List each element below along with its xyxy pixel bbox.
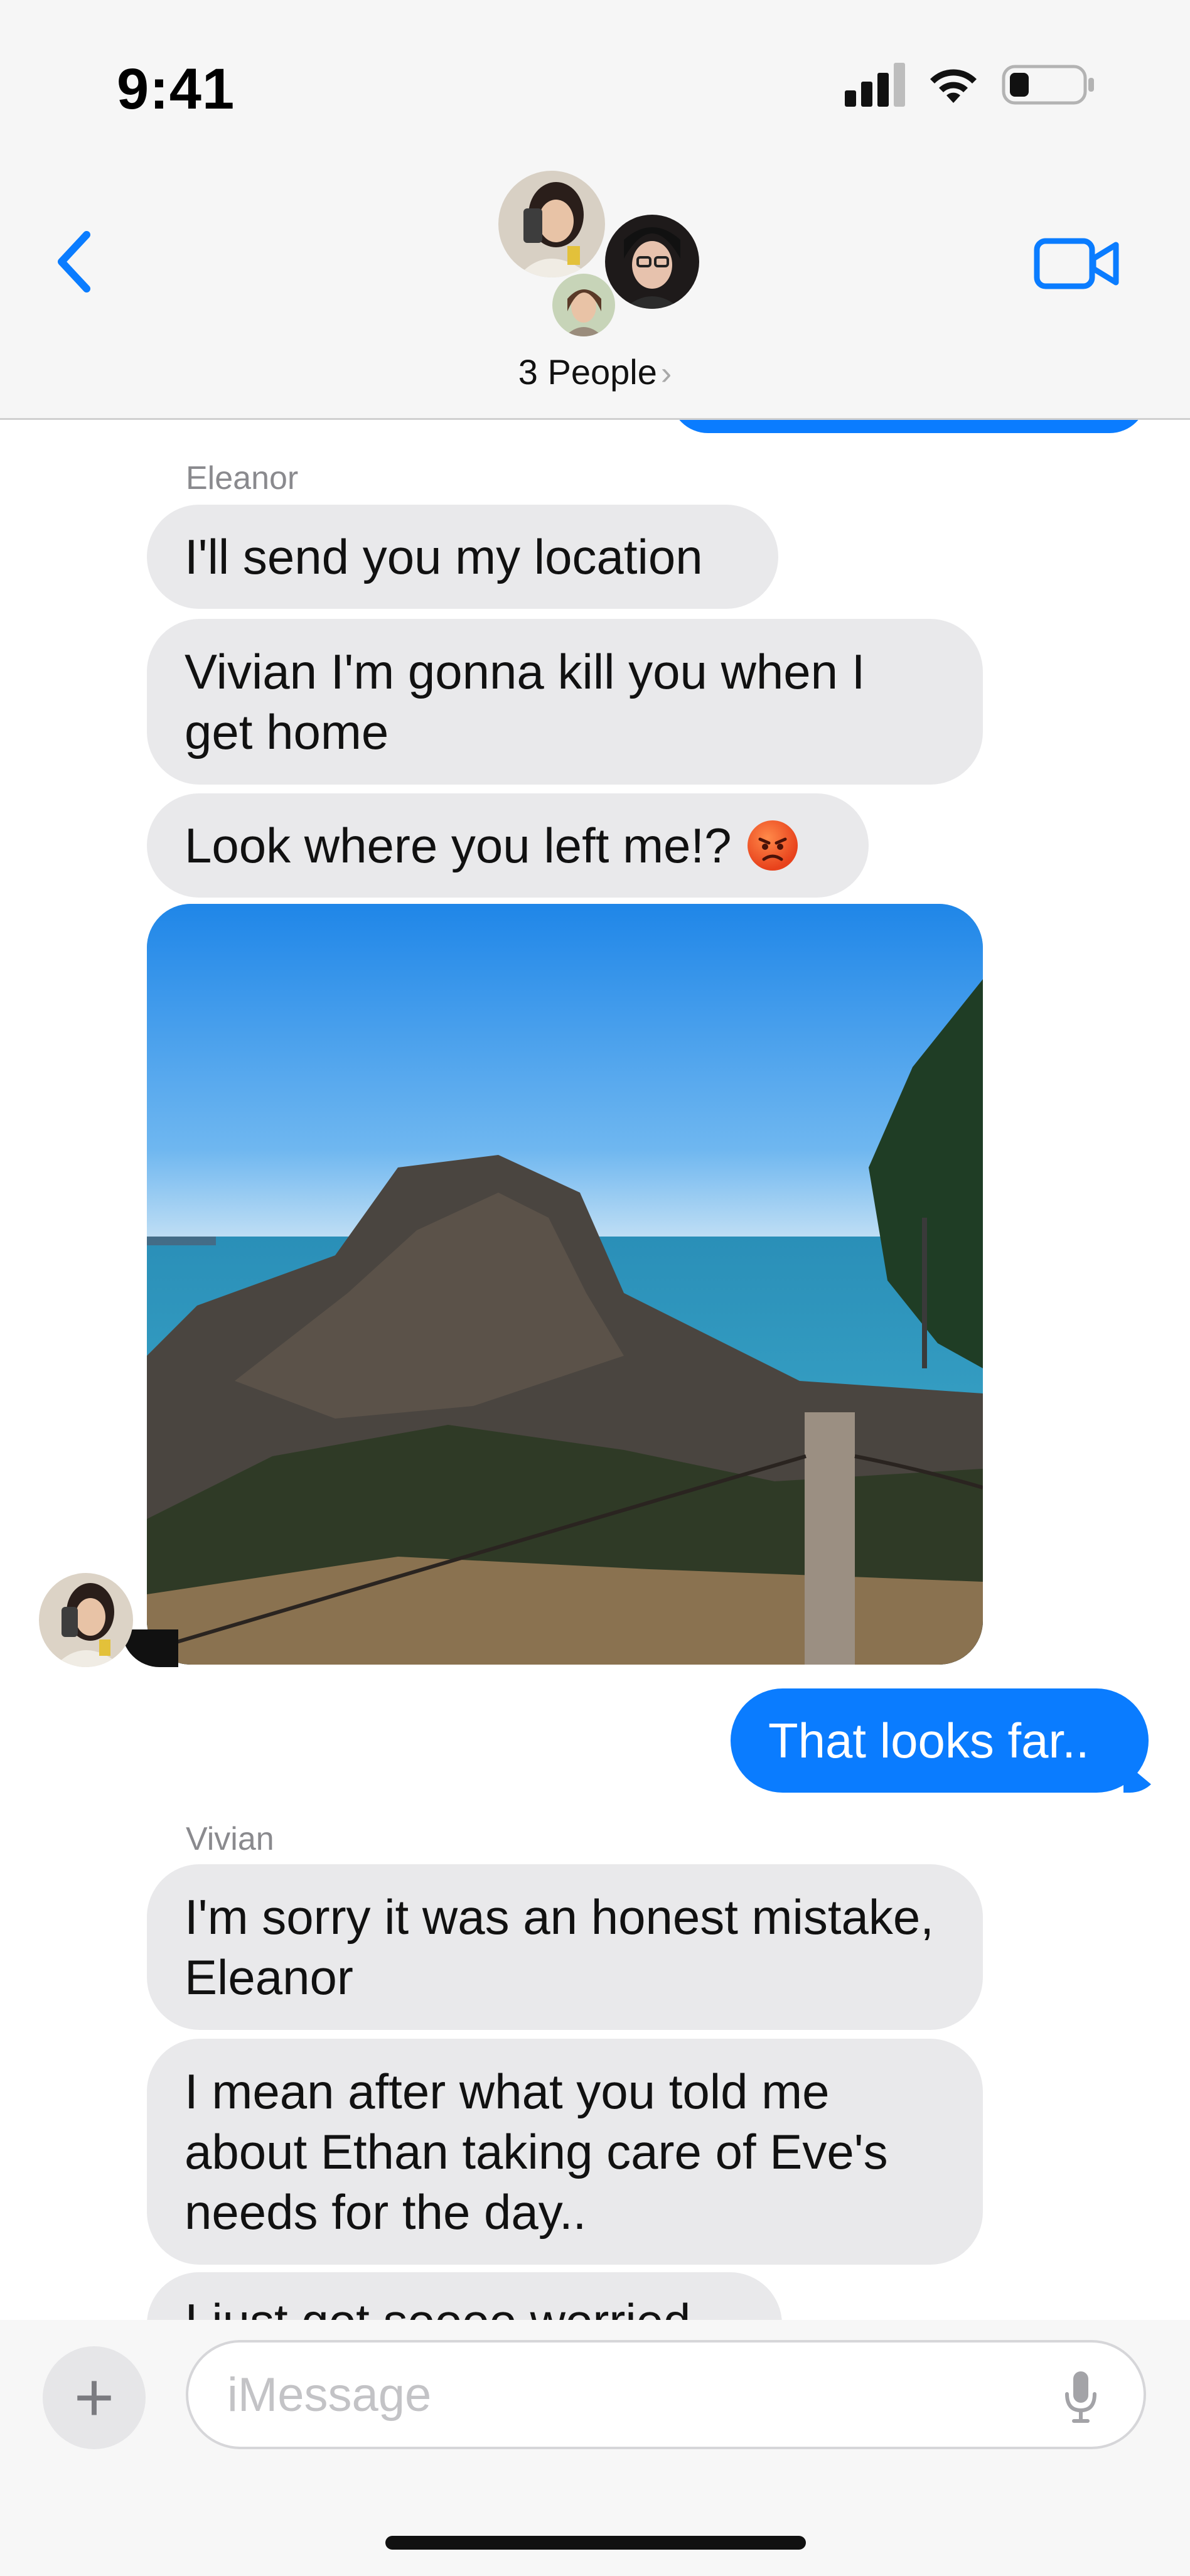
message-bubble[interactable]: Look where you left me!? (147, 793, 869, 898)
status-time: 9:41 (117, 57, 235, 121)
group-avatars[interactable] (496, 168, 703, 344)
avatar-eleanor (496, 168, 608, 280)
message-text: Vivian I'm gonna kill you when I get hom… (185, 644, 866, 759)
conversation-header: 9:41 3 People › (0, 0, 1190, 420)
chevron-right-icon: › (660, 355, 672, 392)
sender-name: Vivian (186, 1821, 274, 1857)
group-name[interactable]: 3 People › (0, 352, 1190, 392)
photo-message[interactable] (147, 904, 983, 1665)
avatar-eleanor-small[interactable] (39, 1573, 133, 1667)
imessage-placeholder: iMessage (227, 2368, 432, 2422)
avatar-vivian (603, 212, 702, 311)
outgoing-message-bubble[interactable]: That looks far.. (731, 1688, 1149, 1793)
message-bubble[interactable]: Vivian I'm gonna kill you when I get hom… (147, 619, 983, 785)
message-bubble[interactable]: I'll send you my location (147, 505, 778, 609)
back-chevron-icon[interactable] (49, 227, 99, 296)
cellular-signal-icon (845, 63, 905, 107)
imessage-input[interactable]: iMessage (186, 2340, 1146, 2449)
message-bubble[interactable]: I mean after what you told me about Etha… (147, 2039, 983, 2265)
avatar-third-person (550, 271, 618, 339)
plus-icon: + (73, 2359, 115, 2436)
message-text: Look where you left me!? (185, 818, 732, 873)
group-name-text: 3 People (518, 352, 657, 392)
message-text: That looks far.. (768, 1713, 1090, 1768)
message-bubble[interactable]: I'm sorry it was an honest mistake, Elea… (147, 1864, 983, 2030)
wifi-icon (930, 69, 977, 103)
add-attachment-button[interactable]: + (43, 2346, 146, 2449)
home-indicator (385, 2536, 806, 2550)
battery-icon (1002, 65, 1094, 105)
message-text: I'm sorry it was an honest mistake, Elea… (185, 1889, 934, 2005)
microphone-icon[interactable] (1062, 2369, 1100, 2425)
angry-face-emoji-icon (748, 820, 798, 871)
sender-name: Eleanor (186, 460, 299, 496)
message-text: I'll send you my location (185, 529, 703, 584)
bubble-tail (1123, 1761, 1161, 1793)
message-text: I mean after what you told me about Etha… (185, 2064, 888, 2240)
video-camera-icon[interactable] (1033, 232, 1121, 295)
status-icons (845, 63, 1096, 107)
